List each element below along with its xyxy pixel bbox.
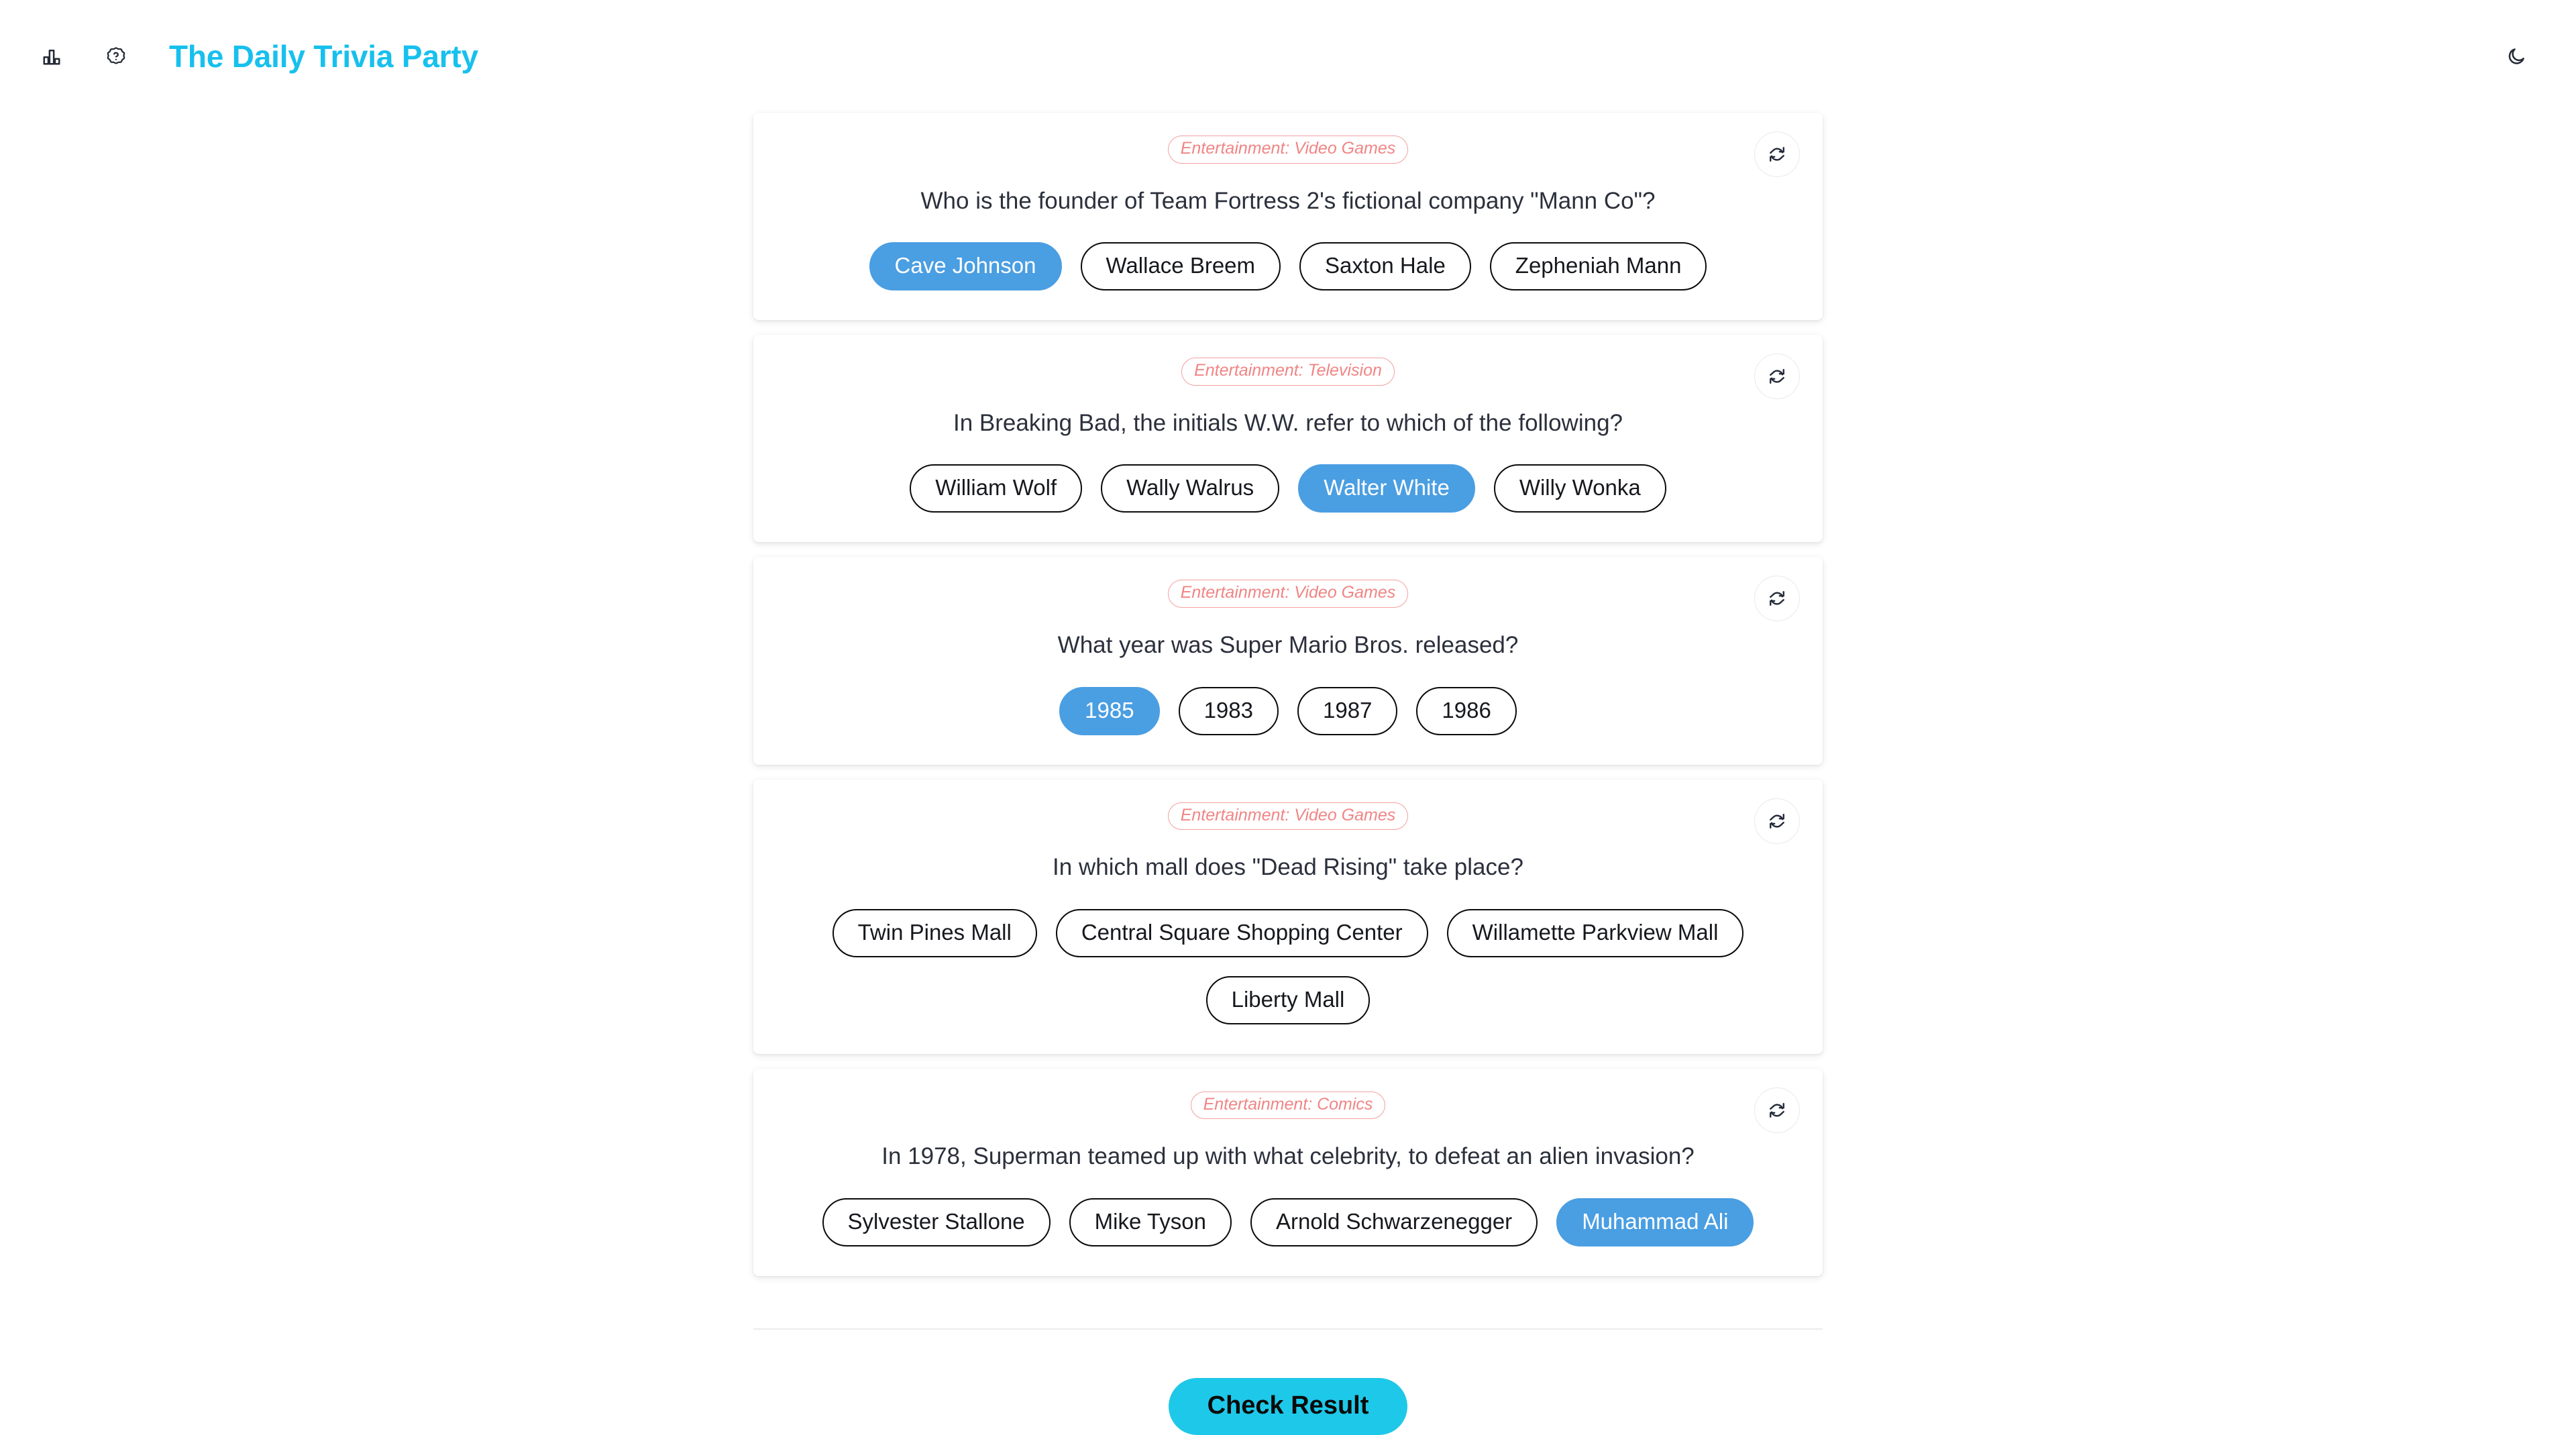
header-left-controls: The Daily Trivia Party: [32, 37, 478, 76]
question-badge-icon: [107, 47, 125, 64]
refresh-icon: [1770, 369, 1784, 384]
answer-option[interactable]: 1987: [1297, 686, 1398, 735]
help-button[interactable]: [97, 37, 136, 76]
stats-button[interactable]: [32, 37, 71, 76]
refresh-question-button-3[interactable]: [1754, 576, 1800, 622]
answer-option[interactable]: Zepheniah Mann: [1489, 242, 1707, 291]
category-badge: Entertainment: Video Games: [1167, 136, 1409, 164]
answer-option[interactable]: William Wolf: [910, 464, 1083, 513]
question-text: In which mall does "Dead Rising" take pl…: [1053, 854, 1523, 881]
answer-option[interactable]: Walter White: [1298, 464, 1475, 513]
check-result-button[interactable]: Check Result: [1168, 1377, 1408, 1435]
answer-option[interactable]: Cave Johnson: [869, 242, 1062, 291]
moon-icon: [2508, 48, 2524, 64]
question-text: Who is the founder of Team Fortress 2's …: [920, 187, 1656, 214]
answer-option[interactable]: Arnold Schwarzenegger: [1250, 1198, 1538, 1246]
answer-option[interactable]: Willy Wonka: [1493, 464, 1666, 513]
refresh-question-button-1[interactable]: [1754, 131, 1800, 177]
answer-option[interactable]: Willamette Parkview Mall: [1446, 908, 1744, 957]
refresh-question-button-2[interactable]: [1754, 354, 1800, 400]
answer-option[interactable]: Wallace Breem: [1080, 242, 1281, 291]
answer-options: Cave Johnson Wallace Breem Saxton Hale Zeph…: [780, 242, 1796, 291]
refresh-icon: [1770, 591, 1784, 606]
category-badge: Entertainment: Comics: [1190, 1091, 1386, 1120]
question-card-3: Entertainment: Video Games What year was…: [753, 557, 1823, 765]
answer-option[interactable]: Saxton Hale: [1299, 242, 1471, 291]
answer-options: William Wolf Wally Walrus Walter White Will…: [780, 464, 1796, 513]
answer-option[interactable]: Twin Pines Mall: [832, 908, 1037, 957]
answer-option[interactable]: Central Square Shopping Center: [1055, 908, 1428, 957]
header-right-controls: [2497, 37, 2536, 76]
refresh-question-button-5[interactable]: [1754, 1087, 1800, 1133]
refresh-question-button-4[interactable]: [1754, 798, 1800, 844]
refresh-icon: [1770, 147, 1784, 162]
submit-area: Check Result: [0, 1377, 2576, 1435]
answer-option[interactable]: Liberty Mall: [1205, 975, 1371, 1024]
question-list: Entertainment: Video Games Who is the fo…: [753, 113, 1823, 1276]
refresh-icon: [1770, 813, 1784, 829]
app-header: The Daily Trivia Party: [0, 0, 2576, 113]
answer-option[interactable]: Sylvester Stallone: [822, 1198, 1051, 1246]
question-card-2: Entertainment: Television In Breaking Ba…: [753, 335, 1823, 543]
answer-option[interactable]: Muhammad Ali: [1556, 1198, 1754, 1246]
answer-option[interactable]: Wally Walrus: [1101, 464, 1280, 513]
footer-divider: [753, 1328, 1823, 1330]
answer-options: Twin Pines Mall Central Square Shopping C…: [780, 908, 1796, 1024]
question-card-4: Entertainment: Video Games In which mall…: [753, 779, 1823, 1054]
question-card-5: Entertainment: Comics In 1978, Superman …: [753, 1068, 1823, 1276]
theme-toggle-button[interactable]: [2497, 37, 2536, 76]
answer-option[interactable]: 1986: [1416, 686, 1517, 735]
question-card-1: Entertainment: Video Games Who is the fo…: [753, 113, 1823, 321]
main-content: Entertainment: Video Games Who is the fo…: [0, 113, 2576, 1435]
page-title: The Daily Trivia Party: [169, 39, 478, 74]
refresh-icon: [1770, 1102, 1784, 1118]
question-text: In Breaking Bad, the initials W.W. refer…: [953, 409, 1623, 436]
question-text: In 1978, Superman teamed up with what ce…: [881, 1143, 1695, 1170]
bar-chart-icon: [43, 50, 60, 65]
answer-options: 1985 1983 1987 1986: [780, 686, 1796, 735]
answer-option[interactable]: Mike Tyson: [1069, 1198, 1232, 1246]
category-badge: Entertainment: Video Games: [1167, 580, 1409, 608]
category-badge: Entertainment: Video Games: [1167, 802, 1409, 831]
answer-option[interactable]: 1983: [1178, 686, 1279, 735]
question-text: What year was Super Mario Bros. released…: [1057, 631, 1519, 658]
answer-options: Sylvester Stallone Mike Tyson Arnold Schwa…: [780, 1198, 1796, 1246]
category-badge: Entertainment: Television: [1181, 358, 1395, 386]
answer-option[interactable]: 1985: [1059, 686, 1160, 735]
